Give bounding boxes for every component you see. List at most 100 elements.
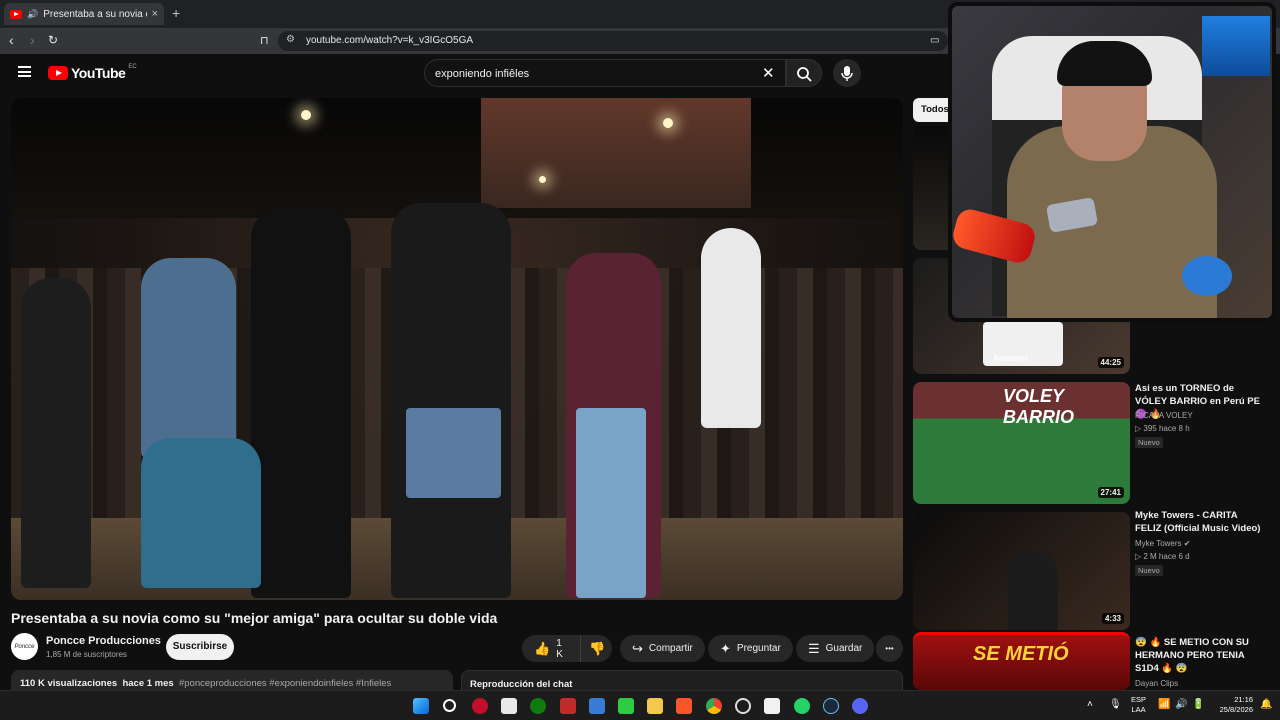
more-icon: ••• xyxy=(885,644,894,653)
battery-icon[interactable]: 🔋 xyxy=(1192,699,1204,710)
person-man-black xyxy=(251,208,351,598)
related-meta: ▷ 395 hace 8 h xyxy=(1135,424,1190,433)
tray-mic-icon[interactable]: 🎙 xyxy=(1109,699,1122,710)
app-icon-capcut[interactable] xyxy=(764,698,780,714)
share-button[interactable]: ↪ Compartir xyxy=(620,635,705,662)
more-actions-button[interactable]: ••• xyxy=(876,635,903,662)
chip-all[interactable]: Todos xyxy=(913,98,953,122)
hashtags[interactable]: #ponceproducciones #exponiendoinfieles #… xyxy=(179,678,391,689)
ask-button[interactable]: ✦ Preguntar xyxy=(708,635,793,662)
search-icon xyxy=(797,67,812,82)
clock-time: 21:16 xyxy=(1234,695,1253,704)
thumbs-up-icon: 👍 xyxy=(534,640,551,656)
app-icon-blue[interactable] xyxy=(589,698,605,714)
video-frame-sky xyxy=(11,98,903,218)
app-icon-store[interactable] xyxy=(501,698,517,714)
related-thumb-1[interactable]: VOLEY BARRIO 27:41 xyxy=(913,382,1130,504)
search-input[interactable]: exponiendo infiêles xyxy=(424,59,786,87)
url-field[interactable]: ⚙ youtube.com/watch?v=k_v3IGcO5GA xyxy=(278,31,948,51)
ask-label: Preguntar xyxy=(736,643,781,654)
wifi-icon[interactable]: 📶 xyxy=(1158,699,1170,710)
video-frame-wall xyxy=(481,98,751,208)
app-icon-red[interactable] xyxy=(472,698,488,714)
video-player[interactable] xyxy=(11,98,903,600)
clear-search-icon[interactable]: ✕ xyxy=(762,64,775,82)
subscribe-button[interactable]: Suscribirse xyxy=(166,634,234,660)
tray-chevron-icon[interactable]: ˄ xyxy=(1087,699,1093,710)
notification-icon[interactable]: 🔔 xyxy=(1260,699,1272,710)
youtube-play-icon xyxy=(48,66,68,80)
youtube-favicon-icon xyxy=(10,9,22,19)
reload-icon[interactable]: ↻ xyxy=(48,33,58,47)
app-icon-circle[interactable] xyxy=(735,698,751,714)
site-info-icon[interactable]: ⚙ xyxy=(286,34,295,45)
upload-age: hace 1 mes xyxy=(122,678,174,689)
related-channel[interactable]: Dayan Clips xyxy=(1135,678,1178,690)
street-lamp xyxy=(539,176,546,183)
chrome-icon[interactable] xyxy=(706,698,722,714)
video-duration: 4:33 xyxy=(1101,613,1124,624)
related-title[interactable]: Myke Towers - CARITA FELIZ (Official Mus… xyxy=(1135,509,1265,535)
voice-search-button[interactable] xyxy=(833,59,861,87)
like-button[interactable]: 👍 1 K xyxy=(522,635,580,662)
new-tab-button[interactable]: + xyxy=(172,5,180,21)
back-icon[interactable]: ‹ xyxy=(9,32,14,48)
country-code: EC xyxy=(128,64,137,70)
new-badge: Nuevo xyxy=(1135,437,1163,448)
hamburger-menu-icon[interactable] xyxy=(18,66,31,77)
channel-avatar[interactable]: Poncce xyxy=(11,633,38,660)
cast-icon[interactable]: ▭ xyxy=(930,35,939,46)
language-code: ESP xyxy=(1131,695,1147,704)
tab-title: Presentaba a su novia como su xyxy=(43,8,146,20)
tab-close-icon[interactable]: × xyxy=(152,8,158,20)
related-thumb-2[interactable]: 4:33 xyxy=(913,512,1130,630)
thumb-overlay-text: SE METIÓ xyxy=(973,643,1069,665)
related-thumb-3[interactable]: SE METIÓ xyxy=(913,632,1130,690)
clock-date: 25/8/2026 xyxy=(1219,705,1253,714)
person-host-jeans xyxy=(406,408,501,498)
whatsapp-icon[interactable] xyxy=(794,698,810,714)
youtube-logo[interactable]: YouTube EC xyxy=(48,64,137,81)
video-duration: 27:41 xyxy=(1097,487,1124,498)
dislike-button[interactable]: 👎 xyxy=(580,635,612,662)
bookmark-icon[interactable]: ⊓ xyxy=(260,34,269,47)
logo-text: YouTube xyxy=(71,65,126,81)
thumb-overlay-text: Antonyel xyxy=(993,354,1028,363)
url-text: youtube.com/watch?v=k_v3IGcO5GA xyxy=(306,35,474,46)
keyboard-layout: LAA xyxy=(1131,705,1146,714)
search-taskbar-icon[interactable] xyxy=(443,699,456,712)
minecraft-icon[interactable] xyxy=(618,698,634,714)
brave-browser-icon[interactable] xyxy=(676,698,692,714)
share-arrow-icon: ↪ xyxy=(632,640,643,656)
view-count: 110 K visualizaciones xyxy=(20,678,118,689)
like-count: 1 K xyxy=(556,637,563,660)
steam-icon[interactable] xyxy=(823,698,839,714)
clock[interactable]: 21:16 25/8/2026 xyxy=(1215,695,1253,715)
webcam-monitor xyxy=(1202,16,1270,76)
search-button[interactable] xyxy=(786,59,822,87)
file-explorer-icon[interactable] xyxy=(647,698,663,714)
related-channel[interactable]: Myke Towers ✔ xyxy=(1135,538,1190,550)
related-channel[interactable]: RICAPA VOLEY xyxy=(1135,410,1193,422)
browser-tab[interactable]: 🔊 Presentaba a su novia como su × xyxy=(4,3,164,25)
xbox-icon[interactable] xyxy=(530,698,546,714)
thumb-person xyxy=(1008,552,1058,630)
app-icon-game[interactable] xyxy=(560,698,576,714)
related-meta: ▷ 2 M hace 6 d xyxy=(1135,552,1190,561)
new-badge: Nuevo xyxy=(1135,565,1163,576)
discord-icon[interactable] xyxy=(852,698,868,714)
person-white-shirt xyxy=(701,228,761,428)
microphone-icon xyxy=(841,66,853,81)
person-sitting-child xyxy=(141,438,261,588)
webcam-knee xyxy=(1182,256,1232,296)
related-title[interactable]: 😨 🔥 SE METIO CON SU HERMANO PERO TENIA S… xyxy=(1135,636,1265,675)
channel-name[interactable]: Poncce Producciones xyxy=(46,635,161,647)
language-indicator[interactable]: ESP LAA xyxy=(1131,695,1146,715)
person-host xyxy=(391,203,511,598)
video-duration: 44:25 xyxy=(1097,357,1124,368)
forward-icon[interactable]: › xyxy=(30,32,35,48)
save-button[interactable]: ☰ Guardar xyxy=(796,635,875,662)
volume-icon[interactable]: 🔊 xyxy=(1175,699,1187,710)
thumbs-down-icon: 👎 xyxy=(589,640,606,656)
windows-start-icon[interactable] xyxy=(413,698,429,714)
